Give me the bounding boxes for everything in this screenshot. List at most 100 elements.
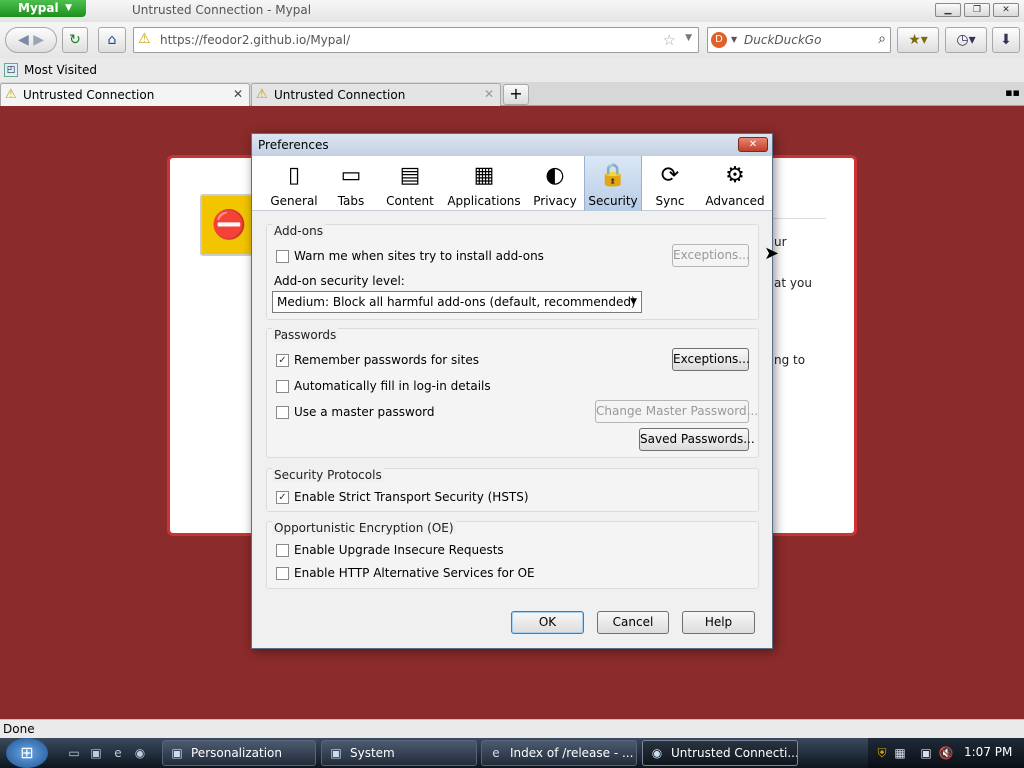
duckduckgo-icon[interactable]: D	[711, 32, 727, 48]
change-master-password-button[interactable]: Change Master Password...	[595, 400, 758, 423]
search-placeholder: DuckDuckGo	[744, 33, 822, 47]
bookmarks-icon: ★▾	[908, 32, 928, 48]
search-bar[interactable]: D ▼ DuckDuckGo ⌕	[707, 27, 891, 53]
lock-icon: 🔒	[599, 163, 627, 188]
security-protocols-title: Security Protocols	[272, 468, 384, 482]
tab-tabs[interactable]: ▭ Tabs	[328, 156, 374, 211]
status-bar: Done	[0, 719, 1024, 738]
help-button[interactable]: Help	[682, 611, 755, 634]
engine-dropdown-icon[interactable]: ▼	[731, 35, 737, 44]
checkbox-label: Use a master password	[294, 405, 435, 419]
passwords-group-title: Passwords	[272, 328, 339, 342]
history-button[interactable]: ◷▾	[945, 27, 987, 53]
addons-exceptions-button[interactable]: Exceptions...	[672, 244, 750, 267]
personalization-icon: ▣	[171, 746, 183, 760]
back-forward-buttons: ◀ ▶	[5, 27, 57, 53]
checkbox-label: Warn me when sites try to install add-on…	[294, 249, 544, 263]
home-button[interactable]: ⌂	[98, 27, 126, 53]
status-text: Done	[3, 722, 35, 736]
addon-security-level-select[interactable]: Medium: Block all harmful add-ons (defau…	[272, 291, 642, 313]
tab-strip: ⚠ Untrusted Connection ✕ ⚠ Untrusted Con…	[0, 82, 1024, 106]
tab-label: Applications	[447, 194, 521, 208]
navigation-toolbar: ◀ ▶ ↻ ⌂ ⚠ https://feodor2.github.io/Mypa…	[0, 22, 1024, 58]
minimize-button[interactable]: ▁	[935, 3, 961, 17]
checkbox-label: Enable Strict Transport Security (HSTS)	[294, 490, 529, 504]
checkbox-box[interactable]	[276, 406, 289, 419]
checkbox-box[interactable]: ✓	[276, 354, 289, 367]
switch-windows-icon[interactable]: ▣	[88, 745, 104, 761]
close-tab-icon[interactable]: ✕	[484, 87, 494, 101]
tab-label: Content	[386, 194, 434, 208]
reload-button[interactable]: ↻	[62, 27, 88, 53]
warning-icon: ⚠	[138, 31, 151, 47]
tab-label: Untrusted Connection	[23, 88, 155, 102]
oe-group-title: Opportunistic Encryption (OE)	[272, 521, 456, 535]
tab-label: Advanced	[705, 194, 765, 208]
maximize-button[interactable]: ❐	[964, 3, 990, 17]
task-personalization[interactable]: ▣ Personalization	[162, 740, 316, 766]
tab-applications[interactable]: ▦ Applications	[446, 156, 522, 211]
internet-explorer-icon[interactable]: e	[110, 745, 126, 761]
tab-content[interactable]: ▤ Content	[382, 156, 438, 211]
forward-icon[interactable]: ▶	[33, 32, 44, 48]
downloads-button[interactable]: ⬇	[992, 27, 1020, 53]
bookmark-star-icon[interactable]: ☆	[663, 31, 676, 49]
task-index-of-release[interactable]: e Index of /release - ...	[481, 740, 637, 766]
task-label: Untrusted Connecti...	[671, 746, 798, 760]
system-tray: ⛨ ▦ ▣ 🔇 1:07 PM	[868, 738, 1024, 768]
url-text: https://feodor2.github.io/Mypal/	[160, 33, 351, 47]
dialog-titlebar[interactable]: Preferences ✕	[252, 134, 772, 156]
checkbox-box[interactable]	[276, 380, 289, 393]
task-untrusted-connection[interactable]: ◉ Untrusted Connecti...	[642, 740, 798, 766]
cancel-button[interactable]: Cancel	[597, 611, 669, 634]
network-icon[interactable]: ▦	[892, 745, 908, 761]
tab-label: Tabs	[337, 194, 365, 208]
error-text-fragment: ng to	[774, 353, 806, 367]
tab-advanced[interactable]: ⚙ Advanced	[704, 156, 766, 211]
show-desktop-icon[interactable]: ▭	[66, 745, 82, 761]
tab-security[interactable]: 🔒 Security	[584, 156, 642, 211]
tab-label: Untrusted Connection	[274, 88, 406, 102]
tab-general[interactable]: ▯ General	[266, 156, 322, 211]
new-tab-button[interactable]: +	[503, 84, 529, 105]
shield-icon[interactable]: ⛨	[874, 745, 890, 761]
checkbox-label: Enable HTTP Alternative Services for OE	[294, 566, 535, 580]
quick-launch-icon[interactable]: ◉	[132, 745, 148, 761]
general-icon: ▯	[287, 163, 301, 188]
task-system[interactable]: ▣ System	[321, 740, 477, 766]
search-icon[interactable]: ⌕	[878, 31, 886, 47]
bookmarks-menu-button[interactable]: ★▾	[897, 27, 939, 53]
tab-untrusted-connection-2[interactable]: ⚠ Untrusted Connection ✕	[251, 83, 501, 106]
tab-privacy[interactable]: ◐ Privacy	[530, 156, 580, 211]
url-dropdown-icon[interactable]: ▼	[685, 33, 692, 43]
tab-untrusted-connection-1[interactable]: ⚠ Untrusted Connection ✕	[0, 83, 250, 106]
checkbox-box[interactable]	[276, 544, 289, 557]
tab-label: Privacy	[533, 194, 577, 208]
back-icon[interactable]: ◀	[18, 32, 29, 48]
start-button[interactable]: ⊞	[6, 738, 48, 768]
checkbox-label: Remember passwords for sites	[294, 353, 479, 367]
tab-list-icon[interactable]: ▪▪	[1005, 86, 1020, 99]
close-tab-icon[interactable]: ✕	[233, 87, 243, 101]
saved-passwords-button[interactable]: Saved Passwords...	[639, 428, 755, 451]
checkbox-box[interactable]	[276, 567, 289, 580]
url-bar[interactable]: ⚠ https://feodor2.github.io/Mypal/ ☆ ▼	[133, 27, 699, 53]
tabs-icon: ▭	[340, 163, 362, 188]
checkbox-box[interactable]: ✓	[276, 491, 289, 504]
passwords-exceptions-button[interactable]: Exceptions...	[672, 348, 750, 371]
sync-icon: ⟳	[660, 163, 680, 188]
volume-muted-icon[interactable]: 🔇	[938, 745, 954, 761]
clock[interactable]: 1:07 PM	[964, 745, 1012, 759]
app-menu-button[interactable]: Mypal ▼	[0, 0, 86, 17]
close-window-button[interactable]: ✕	[993, 3, 1019, 17]
addon-level-label: Add-on security level:	[274, 274, 405, 288]
close-dialog-button[interactable]: ✕	[738, 137, 768, 152]
window-titlebar: Mypal ▼ Untrusted Connection - Mypal ▁ ❐…	[0, 0, 1024, 22]
applications-icon: ▦	[473, 163, 495, 188]
checkbox-box[interactable]	[276, 250, 289, 263]
mouse-cursor-icon: ➤	[764, 243, 780, 264]
ok-button[interactable]: OK	[511, 611, 584, 634]
monitor-icon[interactable]: ▣	[918, 745, 934, 761]
tab-sync[interactable]: ⟳ Sync	[648, 156, 692, 211]
bookmark-most-visited[interactable]: Most Visited	[24, 63, 97, 77]
